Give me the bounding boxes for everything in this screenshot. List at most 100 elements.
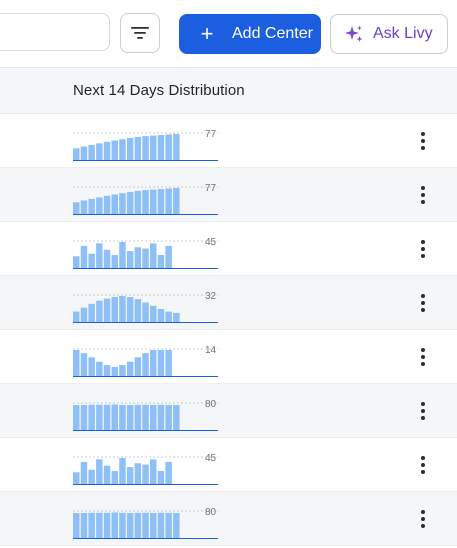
search-input[interactable] xyxy=(0,13,110,51)
distribution-bar xyxy=(173,513,180,538)
distribution-bar xyxy=(126,251,134,268)
add-center-button[interactable]: + Add Center xyxy=(179,14,321,54)
dot xyxy=(421,470,425,474)
distribution-bar xyxy=(165,350,172,376)
distribution-sparkline: 80 xyxy=(73,507,218,539)
distribution-bar xyxy=(150,135,157,160)
distribution-bar xyxy=(150,513,157,538)
distribution-bar xyxy=(126,191,134,214)
distribution-bar xyxy=(80,200,88,214)
distribution-bar xyxy=(157,255,165,268)
distribution-bar xyxy=(142,404,149,430)
distribution-bar xyxy=(173,405,180,430)
peak-value-label: 14 xyxy=(205,345,217,356)
distribution-bar xyxy=(73,405,80,430)
distribution-bar xyxy=(96,143,103,160)
distribution-bar xyxy=(73,148,80,160)
distribution-bar xyxy=(173,188,180,214)
distribution-bar xyxy=(142,248,149,268)
distribution-bar xyxy=(126,405,134,430)
dot xyxy=(421,146,425,150)
distribution-bar xyxy=(134,190,142,214)
table-row: 80 xyxy=(0,492,457,546)
more-vertical-icon[interactable] xyxy=(412,450,434,480)
distribution-bar xyxy=(126,361,134,376)
distribution-bar xyxy=(96,404,103,430)
more-vertical-icon[interactable] xyxy=(412,180,434,210)
dot xyxy=(421,416,425,420)
distribution-bar xyxy=(142,190,149,214)
distribution-bar xyxy=(126,297,134,322)
dot xyxy=(421,247,425,251)
distribution-bar xyxy=(157,512,165,538)
column-header-distribution: Next 14 Days Distribution xyxy=(73,82,245,99)
table-row: 32 xyxy=(0,276,457,330)
distribution-bar xyxy=(111,194,118,214)
distribution-bar xyxy=(119,242,126,268)
table-row: 45 xyxy=(0,438,457,492)
filter-button[interactable] xyxy=(120,13,160,53)
distribution-bar xyxy=(111,471,118,484)
distribution-bar xyxy=(73,472,80,484)
distribution-bar xyxy=(157,309,165,322)
distribution-bar xyxy=(134,512,142,538)
distribution-sparkline: 77 xyxy=(73,183,218,215)
distribution-bar xyxy=(150,189,157,214)
distribution-bar xyxy=(103,298,111,322)
distribution-bar xyxy=(96,300,103,322)
distribution-bar xyxy=(142,464,149,484)
distribution-bar xyxy=(103,249,111,268)
distribution-bar xyxy=(134,299,142,322)
filter-icon xyxy=(131,27,149,39)
distribution-bar xyxy=(111,297,118,322)
distribution-bar xyxy=(80,461,88,484)
more-vertical-icon[interactable] xyxy=(412,342,434,372)
dot xyxy=(421,193,425,197)
dot xyxy=(421,409,425,413)
dot xyxy=(421,517,425,521)
dot xyxy=(421,362,425,366)
distribution-bar xyxy=(134,247,142,268)
distribution-bar xyxy=(119,139,126,160)
distribution-bar xyxy=(150,459,157,484)
distribution-bar xyxy=(165,405,172,430)
table-row: 77 xyxy=(0,168,457,222)
distribution-bar xyxy=(119,405,126,430)
dot xyxy=(421,463,425,467)
dot xyxy=(421,524,425,528)
peak-value-label: 77 xyxy=(205,129,217,140)
distribution-bar xyxy=(111,512,118,538)
distribution-bar xyxy=(126,137,134,160)
more-vertical-icon[interactable] xyxy=(412,126,434,156)
dot xyxy=(421,139,425,143)
distribution-bar xyxy=(157,189,165,214)
dot xyxy=(421,254,425,258)
dot xyxy=(421,200,425,204)
distribution-bar xyxy=(165,245,172,268)
table-row: 14 xyxy=(0,330,457,384)
distribution-sparkline: 80 xyxy=(73,399,218,431)
distribution-bar xyxy=(126,513,134,538)
distribution-bar xyxy=(165,134,172,160)
more-vertical-icon[interactable] xyxy=(412,504,434,534)
distribution-bar xyxy=(126,467,134,484)
ask-livy-button[interactable]: Ask Livy xyxy=(330,14,448,54)
distribution-bar xyxy=(88,357,95,376)
more-vertical-icon[interactable] xyxy=(412,288,434,318)
distribution-bar xyxy=(165,188,172,214)
add-center-label: Add Center xyxy=(232,25,313,42)
distribution-bar xyxy=(88,253,95,268)
more-vertical-icon[interactable] xyxy=(412,396,434,426)
distribution-sparkline: 45 xyxy=(73,453,218,485)
more-vertical-icon[interactable] xyxy=(412,234,434,264)
distribution-bar xyxy=(73,311,80,322)
distribution-bar xyxy=(96,512,103,538)
distribution-bar xyxy=(103,365,111,376)
distribution-sparkline: 45 xyxy=(73,237,218,269)
table-row: 45 xyxy=(0,222,457,276)
plus-icon: + xyxy=(200,21,214,46)
toolbar: + Add Center Ask Livy xyxy=(0,0,457,67)
distribution-bar xyxy=(157,135,165,160)
distribution-bar xyxy=(157,471,165,484)
distribution-bar xyxy=(142,302,149,322)
